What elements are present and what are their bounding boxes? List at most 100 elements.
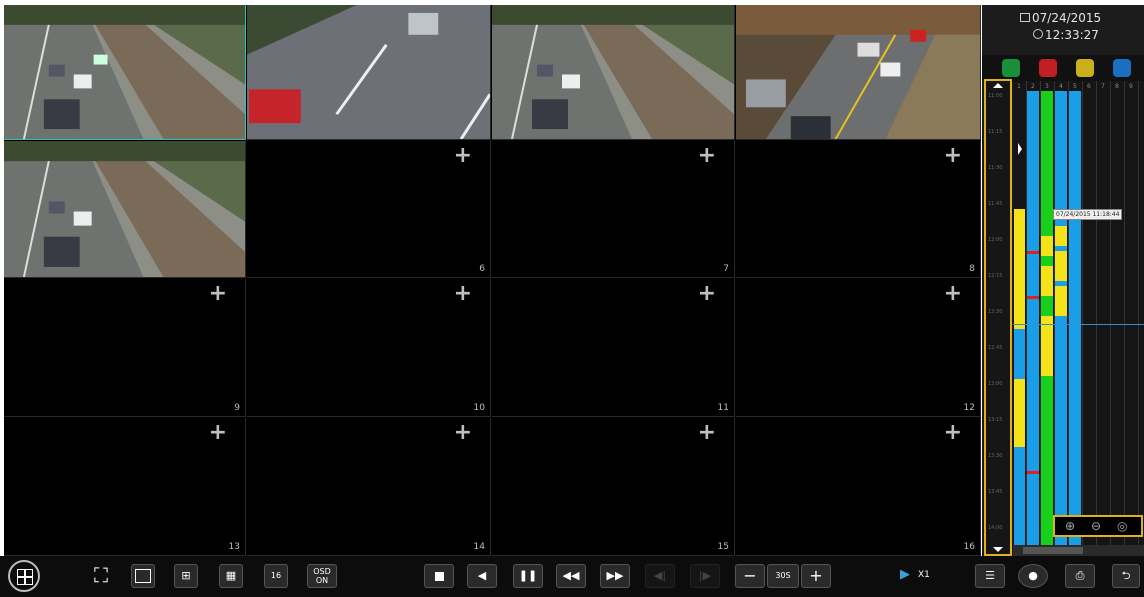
- time-label: 13:00: [988, 381, 1003, 387]
- channel-tile-9[interactable]: + 9: [4, 279, 246, 417]
- timeline-scrollbar[interactable]: [1013, 545, 1144, 556]
- channel-index-label: 1: [1017, 83, 1021, 90]
- pause-icon[interactable]: ❚❚: [513, 564, 543, 588]
- zoom-in-icon[interactable]: ⊕: [1065, 519, 1075, 533]
- channel-tile-14[interactable]: + 14: [247, 418, 491, 556]
- add-camera-icon[interactable]: +: [944, 283, 962, 305]
- step-back-icon[interactable]: ◀: [467, 564, 497, 588]
- layout-4-icon[interactable]: ⊞: [174, 564, 198, 588]
- clock-icon: [1033, 29, 1043, 39]
- channel-tile-5[interactable]: [4, 141, 246, 278]
- playback-side-panel: 07/24/2015 12:33:27 11:00 11:15 11:30 11:45…: [982, 5, 1144, 556]
- return-icon[interactable]: ⮌: [1112, 564, 1140, 588]
- camera-feed-highway: [4, 141, 245, 277]
- time-label: 11:00: [988, 93, 1003, 99]
- add-camera-icon[interactable]: +: [698, 422, 716, 444]
- camera-feed-road: [247, 5, 490, 139]
- menu-icon[interactable]: [8, 560, 40, 592]
- event-manual-icon[interactable]: [1002, 59, 1020, 77]
- plus-icon[interactable]: +: [801, 564, 831, 588]
- time-label: 14:00: [988, 525, 1003, 531]
- channel-number: 6: [479, 264, 485, 274]
- next-frame-icon[interactable]: |▶: [690, 564, 720, 588]
- layout-16-icon[interactable]: 16: [264, 564, 288, 588]
- backup-icon[interactable]: ●: [1018, 564, 1048, 588]
- channel-tile-1[interactable]: [4, 5, 246, 140]
- add-camera-icon[interactable]: +: [454, 145, 472, 167]
- osd-state: ON: [315, 576, 329, 585]
- channel-tile-6[interactable]: + 6: [247, 141, 491, 278]
- add-camera-icon[interactable]: +: [698, 145, 716, 167]
- event-motion-icon[interactable]: [1076, 59, 1094, 77]
- channel-tile-7[interactable]: + 7: [492, 141, 735, 278]
- channel-tile-11[interactable]: + 11: [492, 279, 735, 417]
- playback-toolbar: ⛶ ⊞ ▦ 16 OSD ON ◀ ❚❚ ◀◀ ▶▶ ◀| |▶ − 30S +…: [0, 556, 1144, 597]
- channel-tile-10[interactable]: + 10: [247, 279, 491, 417]
- channel-tile-8[interactable]: + 8: [736, 141, 981, 278]
- camera-feed-overpass: [736, 5, 980, 139]
- channel-number: 9: [234, 403, 240, 413]
- add-camera-icon[interactable]: +: [454, 422, 472, 444]
- time-label: 11:45: [988, 201, 1003, 207]
- add-camera-icon[interactable]: +: [209, 283, 227, 305]
- zoom-reset-icon[interactable]: ◎: [1117, 519, 1127, 533]
- rewind-icon[interactable]: ◀◀: [556, 564, 586, 588]
- layout-9-icon[interactable]: ▦: [219, 564, 243, 588]
- channel-index-label: 7: [1101, 83, 1105, 90]
- channel-tile-3[interactable]: [492, 5, 735, 140]
- time-label: 11:15: [988, 129, 1003, 135]
- channel-number: 15: [717, 542, 729, 552]
- channel-index-label: 8: [1115, 83, 1119, 90]
- fast-forward-icon[interactable]: ▶▶: [600, 564, 630, 588]
- skip-interval-button[interactable]: 30S: [767, 564, 799, 588]
- calendar-icon: [1020, 13, 1030, 22]
- timeline-tooltip: 07/24/2015 11:18:44: [1053, 209, 1123, 220]
- fullscreen-icon[interactable]: ⛶: [87, 564, 115, 588]
- channel-number: 7: [723, 264, 729, 274]
- video-grid: + 6 + 7 + 8 + 9 + 10 + 11 + 12 + 13 + 14…: [4, 5, 981, 556]
- channel-index-label: 2: [1031, 83, 1035, 90]
- time-label: 11:30: [988, 165, 1003, 171]
- speed-play-icon: ▶: [900, 567, 910, 582]
- channel-tile-13[interactable]: + 13: [4, 418, 246, 556]
- time-label: 13:30: [988, 453, 1003, 459]
- channel-tile-15[interactable]: + 15: [492, 418, 735, 556]
- event-type-filter: [982, 55, 1144, 81]
- playback-time[interactable]: 12:33:27: [1045, 28, 1099, 42]
- event-alarm-icon[interactable]: [1039, 59, 1057, 77]
- channel-tile-2[interactable]: [247, 5, 491, 140]
- list-icon[interactable]: ☰: [975, 564, 1005, 588]
- channel-tile-16[interactable]: + 16: [736, 418, 981, 556]
- snapshot-icon[interactable]: ⎙: [1065, 564, 1095, 588]
- zoom-out-icon[interactable]: ⊖: [1091, 519, 1101, 533]
- stop-icon[interactable]: [424, 564, 454, 588]
- channel-number: 14: [473, 542, 485, 552]
- add-camera-icon[interactable]: +: [698, 283, 716, 305]
- add-camera-icon[interactable]: +: [454, 283, 472, 305]
- channel-number: 10: [473, 403, 485, 413]
- osd-toggle-button[interactable]: OSD ON: [307, 564, 337, 588]
- playback-date[interactable]: 07/24/2015: [1032, 11, 1101, 25]
- minus-icon[interactable]: −: [735, 564, 765, 588]
- time-label: 12:45: [988, 345, 1003, 351]
- channel-number: 8: [969, 264, 975, 274]
- time-label: 12:00: [988, 237, 1003, 243]
- scroll-down-icon[interactable]: [993, 547, 1003, 552]
- channel-number: 12: [963, 403, 975, 413]
- time-label: 12:15: [988, 273, 1003, 279]
- osd-label: OSD: [313, 567, 331, 576]
- layout-1-icon[interactable]: [131, 564, 155, 588]
- time-label: 12:30: [988, 309, 1003, 315]
- channel-tile-12[interactable]: + 12: [736, 279, 981, 417]
- recording-timeline[interactable]: 1 2 3 4 5 6 7 8 9 07/24/2015 11:18:44: [1013, 81, 1144, 546]
- add-camera-icon[interactable]: +: [944, 145, 962, 167]
- datetime-display: 07/24/2015 12:33:27: [982, 5, 1144, 53]
- event-schedule-icon[interactable]: [1113, 59, 1131, 77]
- channel-index-label: 4: [1059, 83, 1063, 90]
- channel-tile-4[interactable]: [736, 5, 981, 140]
- prev-frame-icon[interactable]: ◀|: [645, 564, 675, 588]
- add-camera-icon[interactable]: +: [209, 422, 227, 444]
- add-camera-icon[interactable]: +: [944, 422, 962, 444]
- time-scale[interactable]: 11:00 11:15 11:30 11:45 12:00 12:15 12:30 12:45…: [984, 79, 1012, 556]
- scroll-up-icon[interactable]: [993, 83, 1003, 88]
